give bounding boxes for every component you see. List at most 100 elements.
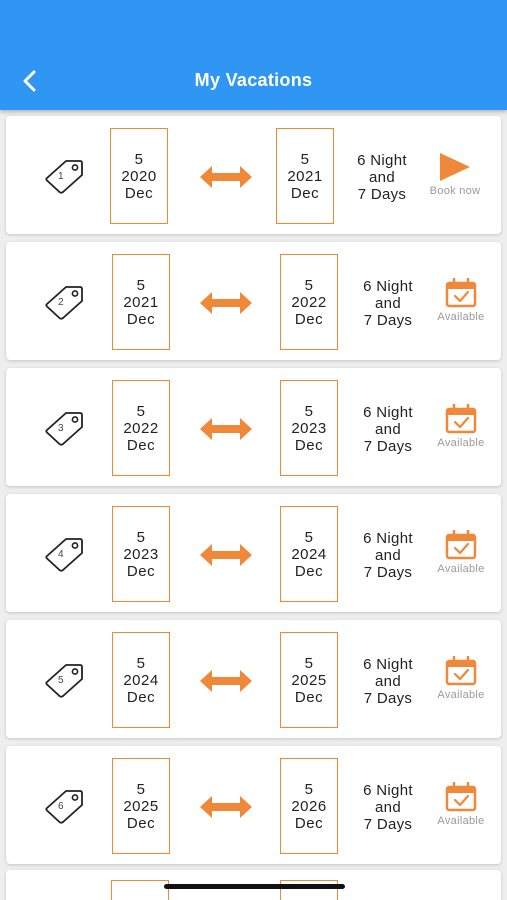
start-date-box: 5 2023 Dec	[112, 506, 170, 602]
duration-text: 6 Night and 7 Days	[349, 152, 415, 203]
start-date-day: 5	[136, 402, 146, 420]
date-box-partial	[111, 880, 169, 900]
double-arrow-icon	[200, 670, 252, 692]
start-date-day: 5	[136, 276, 146, 294]
calendar-check-icon	[445, 782, 477, 812]
duration-line: 6 Night	[363, 530, 413, 547]
action-label: Book now	[429, 185, 481, 197]
double-arrow-icon	[200, 418, 252, 440]
start-date-box: 5 2025 Dec	[112, 758, 170, 854]
action-label: Available	[437, 689, 485, 701]
page-title: My Vacations	[194, 70, 313, 90]
end-date-year: 2024	[291, 545, 327, 563]
end-date-box: 5 2021 Dec	[276, 128, 334, 224]
start-date-month: Dec	[126, 310, 156, 328]
double-arrow-icon	[200, 544, 252, 566]
start-date-year: 2023	[123, 545, 159, 563]
start-date-box: 5 2021 Dec	[112, 254, 170, 350]
available-button[interactable]: Available	[428, 530, 494, 588]
vacation-card[interactable]: 2 5 2021 Dec 5 2022 Dec 6 Night and 7 Days Availab…	[6, 242, 501, 360]
tag-number: 3	[58, 423, 64, 434]
home-indicator	[164, 884, 345, 889]
action-label: Available	[437, 563, 485, 575]
end-date-month: Dec	[294, 562, 324, 580]
vacation-card[interactable]: 1 5 2020 Dec 5 2021 Dec 6 Night and 7 Days Book no…	[6, 116, 501, 234]
end-date-month: Dec	[294, 310, 324, 328]
start-date-day: 5	[134, 150, 144, 168]
duration-line: and	[375, 799, 401, 816]
app-bar: My Vacations	[0, 0, 507, 110]
calendar-check-icon	[445, 404, 477, 434]
vacation-card[interactable]: 4 5 2023 Dec 5 2024 Dec 6 Night and 7 Days Availab…	[6, 494, 501, 612]
start-date-year: 2022	[123, 419, 159, 437]
book-now-button[interactable]: Book now	[422, 152, 488, 210]
available-button[interactable]: Available	[428, 404, 494, 462]
start-date-year: 2025	[123, 797, 159, 815]
start-date-month: Dec	[126, 562, 156, 580]
duration-line: 6 Night	[363, 278, 413, 295]
end-date-day: 5	[300, 150, 310, 168]
start-date-box: 5 2022 Dec	[112, 380, 170, 476]
tag-number: 1	[58, 171, 64, 182]
end-date-year: 2021	[287, 167, 323, 185]
duration-line: and	[375, 421, 401, 438]
price-tag-icon: 2	[44, 284, 84, 320]
start-date-day: 5	[136, 528, 146, 546]
start-date-year: 2024	[123, 671, 159, 689]
vacation-card[interactable]: 5 5 2024 Dec 5 2025 Dec 6 Night and 7 Days Availab…	[6, 620, 501, 738]
duration-text: 6 Night and 7 Days	[355, 656, 421, 707]
end-date-box: 5 2023 Dec	[280, 380, 338, 476]
start-date-day: 5	[136, 654, 146, 672]
duration-text: 6 Night and 7 Days	[355, 404, 421, 455]
start-date-day: 5	[136, 780, 146, 798]
start-date-month: Dec	[126, 814, 156, 832]
calendar-check-icon	[445, 530, 477, 560]
duration-line: 6 Night	[357, 152, 407, 169]
duration-line: 7 Days	[363, 564, 413, 581]
duration-line: 7 Days	[357, 186, 407, 203]
available-button[interactable]: Available	[428, 656, 494, 714]
tag-number: 6	[58, 801, 64, 812]
duration-line: and	[375, 673, 401, 690]
end-date-day: 5	[304, 276, 314, 294]
end-date-month: Dec	[294, 814, 324, 832]
duration-text: 6 Night and 7 Days	[355, 278, 421, 329]
action-label: Available	[437, 815, 485, 827]
double-arrow-icon	[200, 166, 252, 188]
end-date-month: Dec	[294, 688, 324, 706]
tag-number: 5	[58, 675, 64, 686]
date-box-partial	[280, 880, 338, 900]
duration-line: 7 Days	[363, 816, 413, 833]
tag-number: 4	[58, 549, 64, 560]
start-date-month: Dec	[126, 436, 156, 454]
available-button[interactable]: Available	[428, 278, 494, 336]
available-button[interactable]: Available	[428, 782, 494, 840]
end-date-day: 5	[304, 528, 314, 546]
end-date-box: 5 2022 Dec	[280, 254, 338, 350]
play-icon	[440, 153, 470, 181]
duration-line: 7 Days	[363, 312, 413, 329]
double-arrow-icon	[200, 292, 252, 314]
vacation-card[interactable]: 6 5 2025 Dec 5 2026 Dec 6 Night and 7 Days Availab…	[6, 746, 501, 864]
duration-line: 7 Days	[363, 690, 413, 707]
duration-line: 6 Night	[363, 782, 413, 799]
double-arrow-icon	[200, 796, 252, 818]
price-tag-icon: 5	[44, 662, 84, 698]
duration-line: and	[369, 169, 395, 186]
end-date-day: 5	[304, 402, 314, 420]
start-date-year: 2021	[123, 293, 159, 311]
end-date-month: Dec	[294, 436, 324, 454]
vacation-card[interactable]: 3 5 2022 Dec 5 2023 Dec 6 Night and 7 Days Availab…	[6, 368, 501, 486]
price-tag-icon: 1	[44, 158, 84, 194]
calendar-check-icon	[445, 278, 477, 308]
calendar-check-icon	[445, 656, 477, 686]
start-date-box: 5 2020 Dec	[110, 128, 168, 224]
start-date-box: 5 2024 Dec	[112, 632, 170, 728]
price-tag-icon: 3	[44, 410, 84, 446]
duration-text: 6 Night and 7 Days	[355, 782, 421, 833]
end-date-year: 2023	[291, 419, 327, 437]
end-date-month: Dec	[290, 184, 320, 202]
end-date-box: 5 2024 Dec	[280, 506, 338, 602]
price-tag-icon: 6	[44, 788, 84, 824]
end-date-day: 5	[304, 654, 314, 672]
